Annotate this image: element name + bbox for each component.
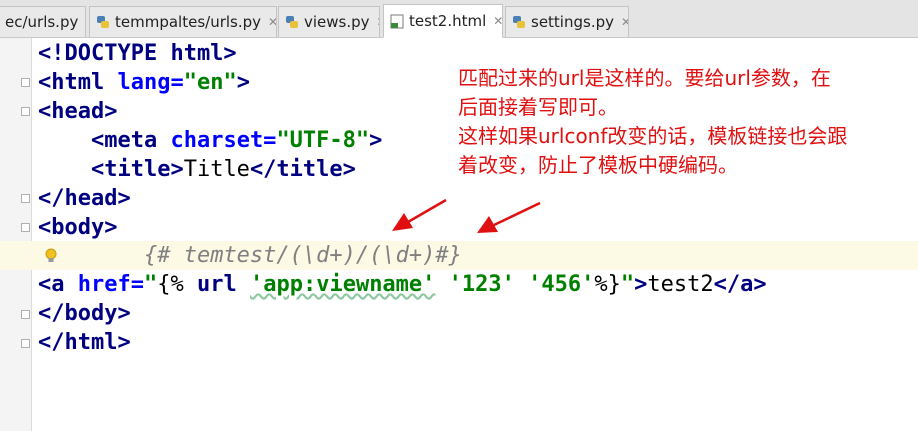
arrow-left-icon [392, 198, 447, 231]
arrow-right-icon [477, 201, 541, 233]
annotation-arrows [392, 198, 541, 233]
